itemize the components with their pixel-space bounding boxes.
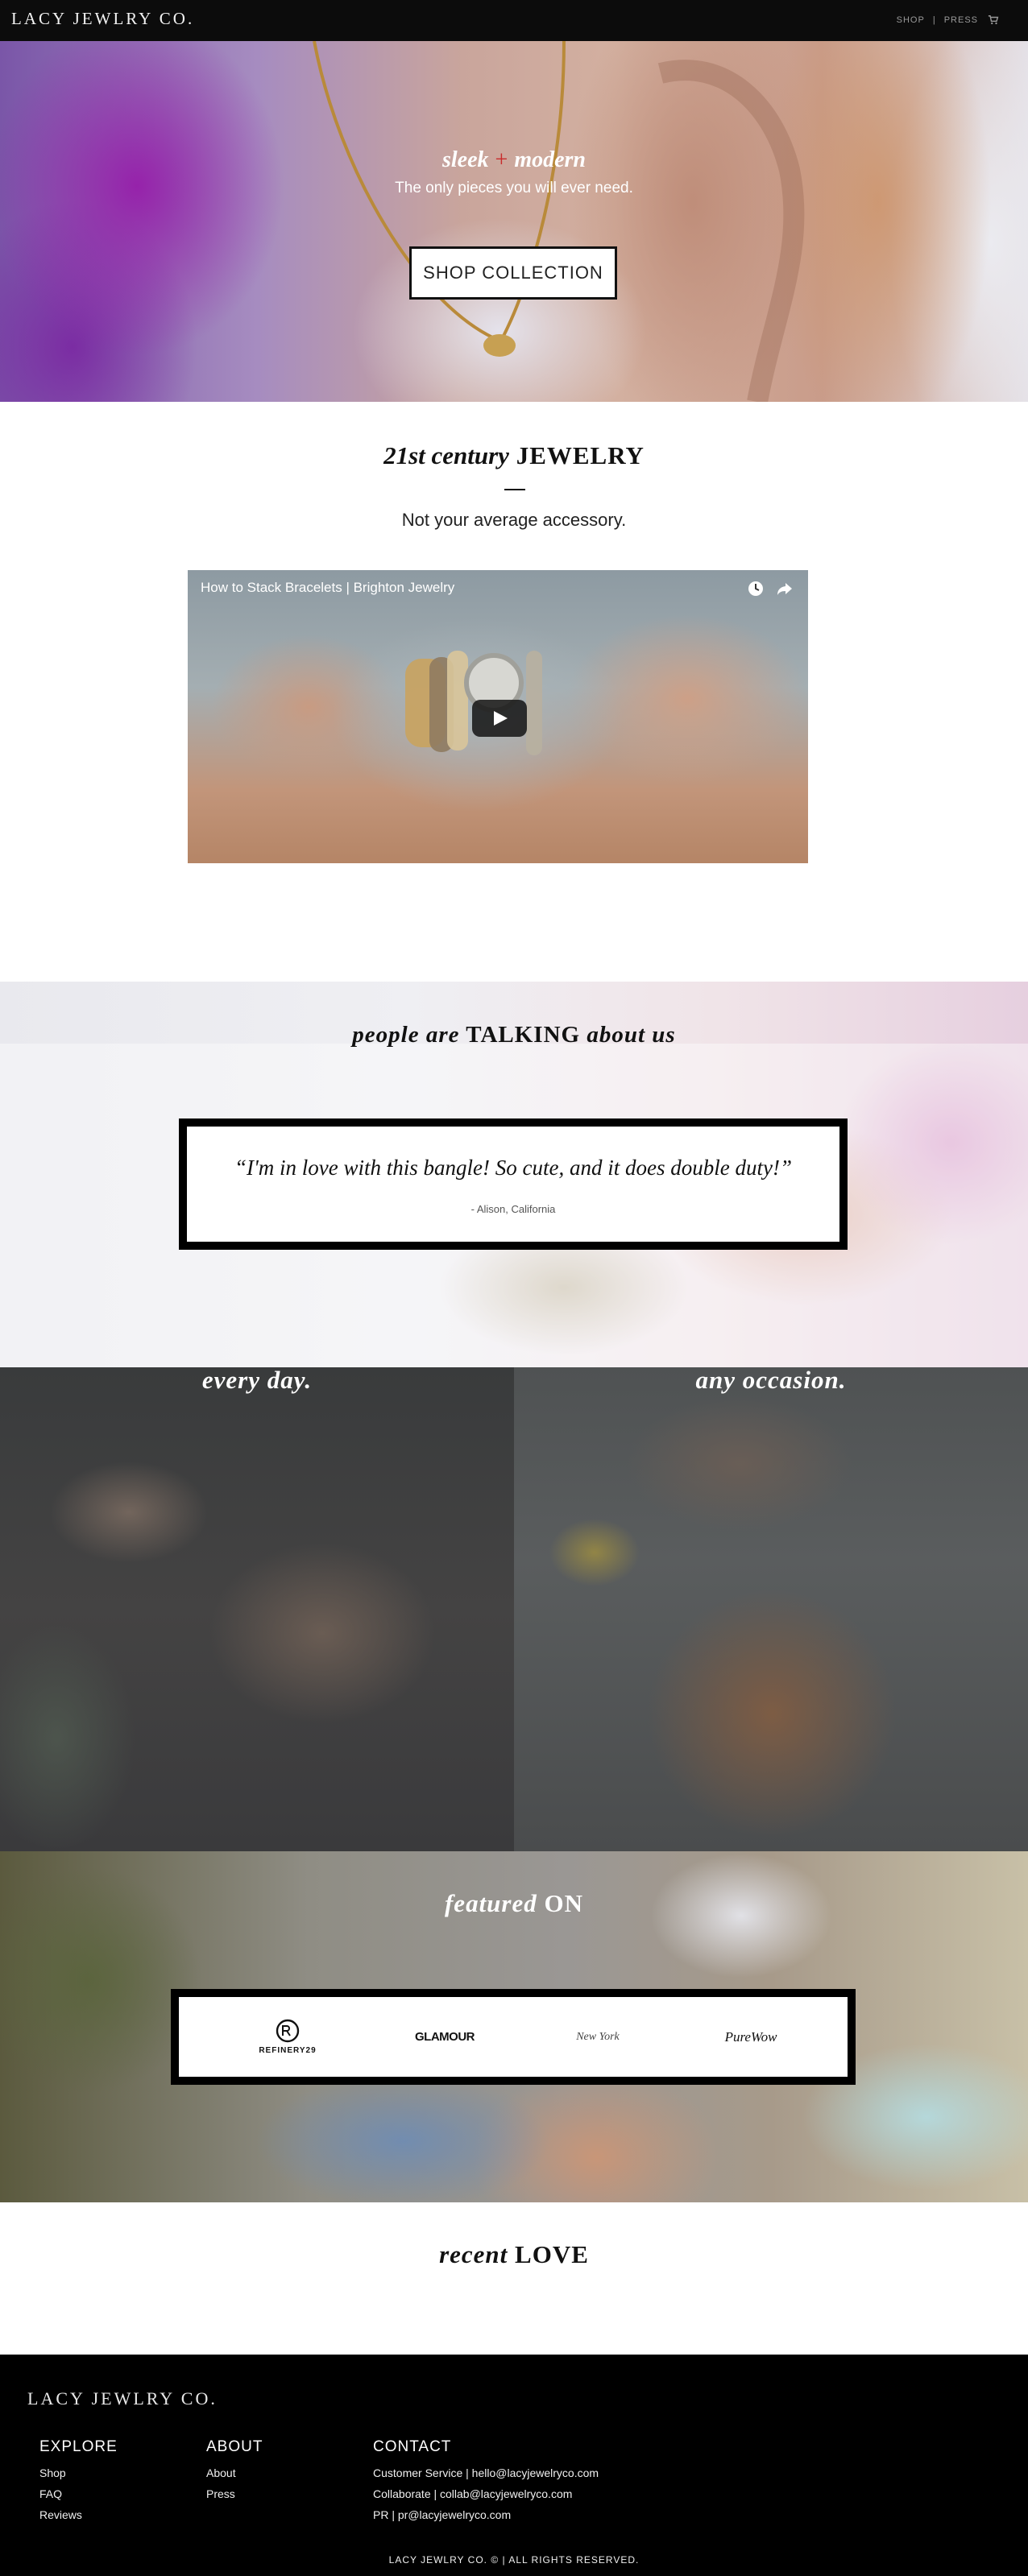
intro-subtitle: Not your average accessory. <box>401 510 627 530</box>
quote-text: “I'm in love with this bangle! So cute, … <box>234 1156 792 1180</box>
footer-brand[interactable]: LACY JEWLRY CO. <box>27 2388 218 2409</box>
footer-contact-column: CONTACT Customer Service | hello@lacyjew… <box>373 2438 599 2525</box>
footer-link-pr[interactable]: PR | pr@lacyjewelryco.com <box>373 2504 599 2525</box>
featured-heading-caps: ON <box>544 1889 583 1917</box>
press-logos-box: REFINERY29 GLAMOUR New York PureWow <box>171 1989 856 2085</box>
footer-link-customer-service[interactable]: Customer Service | hello@lacyjewelryco.c… <box>373 2462 599 2483</box>
recent-love-heading: recent LOVE <box>0 2240 1028 2269</box>
clock-icon[interactable] <box>747 580 765 597</box>
play-button[interactable] <box>472 700 527 737</box>
intro-heading-caps: JEWELRY <box>516 441 645 469</box>
site-header: LACY JEWLRY CO. SHOP | PRESS <box>0 0 1028 41</box>
split-every-day-title: every day. <box>201 1366 313 1394</box>
cart-icon[interactable] <box>988 14 999 26</box>
video-player[interactable]: How to Stack Bracelets | Brighton Jewelr… <box>188 570 808 863</box>
top-nav: SHOP | PRESS <box>897 14 999 26</box>
testimonials-heading-part2: TALKING <box>466 1022 581 1048</box>
share-icon[interactable] <box>776 580 794 597</box>
intro-heading-italic: 21st century <box>383 441 509 469</box>
footer-link-reviews[interactable]: Reviews <box>39 2504 118 2525</box>
brand-logo[interactable]: LACY JEWLRY CO. <box>11 9 194 29</box>
footer-explore-title: EXPLORE <box>39 2438 118 2455</box>
footer-link-about[interactable]: About <box>206 2462 263 2483</box>
refinery29-logo[interactable]: REFINERY29 <box>235 1997 340 2077</box>
testimonials-heading-part1: people are <box>352 1022 460 1048</box>
footer-link-faq[interactable]: FAQ <box>39 2483 118 2504</box>
footer-link-press[interactable]: Press <box>206 2483 263 2504</box>
footer-link-shop[interactable]: Shop <box>39 2462 118 2483</box>
nav-separator: | <box>932 15 936 25</box>
footer-explore-column: EXPLORE Shop FAQ Reviews <box>39 2438 118 2525</box>
play-icon <box>494 711 508 726</box>
tagline-modern: modern <box>514 147 586 172</box>
refinery29-text: REFINERY29 <box>259 2046 317 2055</box>
hero-necklace-image <box>313 41 805 402</box>
footer-about-column: ABOUT About Press <box>206 2438 263 2504</box>
featured-heading-italic: featured <box>444 1889 537 1917</box>
intro-heading: 21st century JEWELRY <box>0 441 1028 470</box>
recent-heading-caps: LOVE <box>515 2240 589 2268</box>
hero-section <box>0 41 1028 402</box>
footer-copyright: LACY JEWLRY CO. © | ALL RIGHTS RESERVED. <box>388 2554 640 2566</box>
refinery29-mark-icon <box>276 2019 300 2043</box>
intro-divider <box>504 489 525 490</box>
nav-press-link[interactable]: PRESS <box>944 15 978 25</box>
hero-tagline: sleek + modern <box>0 147 1028 173</box>
quote-author: - Alison, California <box>470 1203 556 1215</box>
tagline-plus: + <box>495 147 508 172</box>
new-york-logo[interactable]: New York <box>541 1997 654 2077</box>
split-any-occasion-image[interactable] <box>514 1367 1028 1851</box>
featured-heading: featured ON <box>0 1889 1028 1918</box>
nav-shop-link[interactable]: SHOP <box>897 15 925 25</box>
hero-subtitle: The only pieces you will ever need. <box>395 180 633 196</box>
site-footer: LACY JEWLRY CO. EXPLORE Shop FAQ Reviews… <box>0 2355 1028 2576</box>
shop-collection-button[interactable]: SHOP COLLECTION <box>409 246 617 300</box>
split-every-day-image[interactable] <box>0 1367 514 1851</box>
purewow-logo[interactable]: PureWow <box>694 1997 807 2077</box>
footer-contact-title: CONTACT <box>373 2438 452 2455</box>
glamour-logo[interactable]: GLAMOUR <box>388 1997 501 2077</box>
recent-heading-italic: recent <box>439 2240 508 2268</box>
footer-link-collaborate[interactable]: Collaborate | collab@lacyjewelryco.com <box>373 2483 599 2504</box>
video-title: How to Stack Bracelets | Brighton Jewelr… <box>201 580 455 595</box>
tagline-sleek: sleek <box>441 147 489 172</box>
quote-box: “I'm in love with this bangle! So cute, … <box>179 1118 848 1250</box>
testimonials-section: people are TALKING about us “I'm in love… <box>0 982 1028 1367</box>
split-any-occasion-title: any occasion. <box>695 1366 847 1394</box>
testimonials-heading-part3: about us <box>587 1022 676 1048</box>
footer-about-title: ABOUT <box>206 2438 263 2455</box>
testimonials-heading: people are TALKING about us <box>0 1022 1028 1048</box>
